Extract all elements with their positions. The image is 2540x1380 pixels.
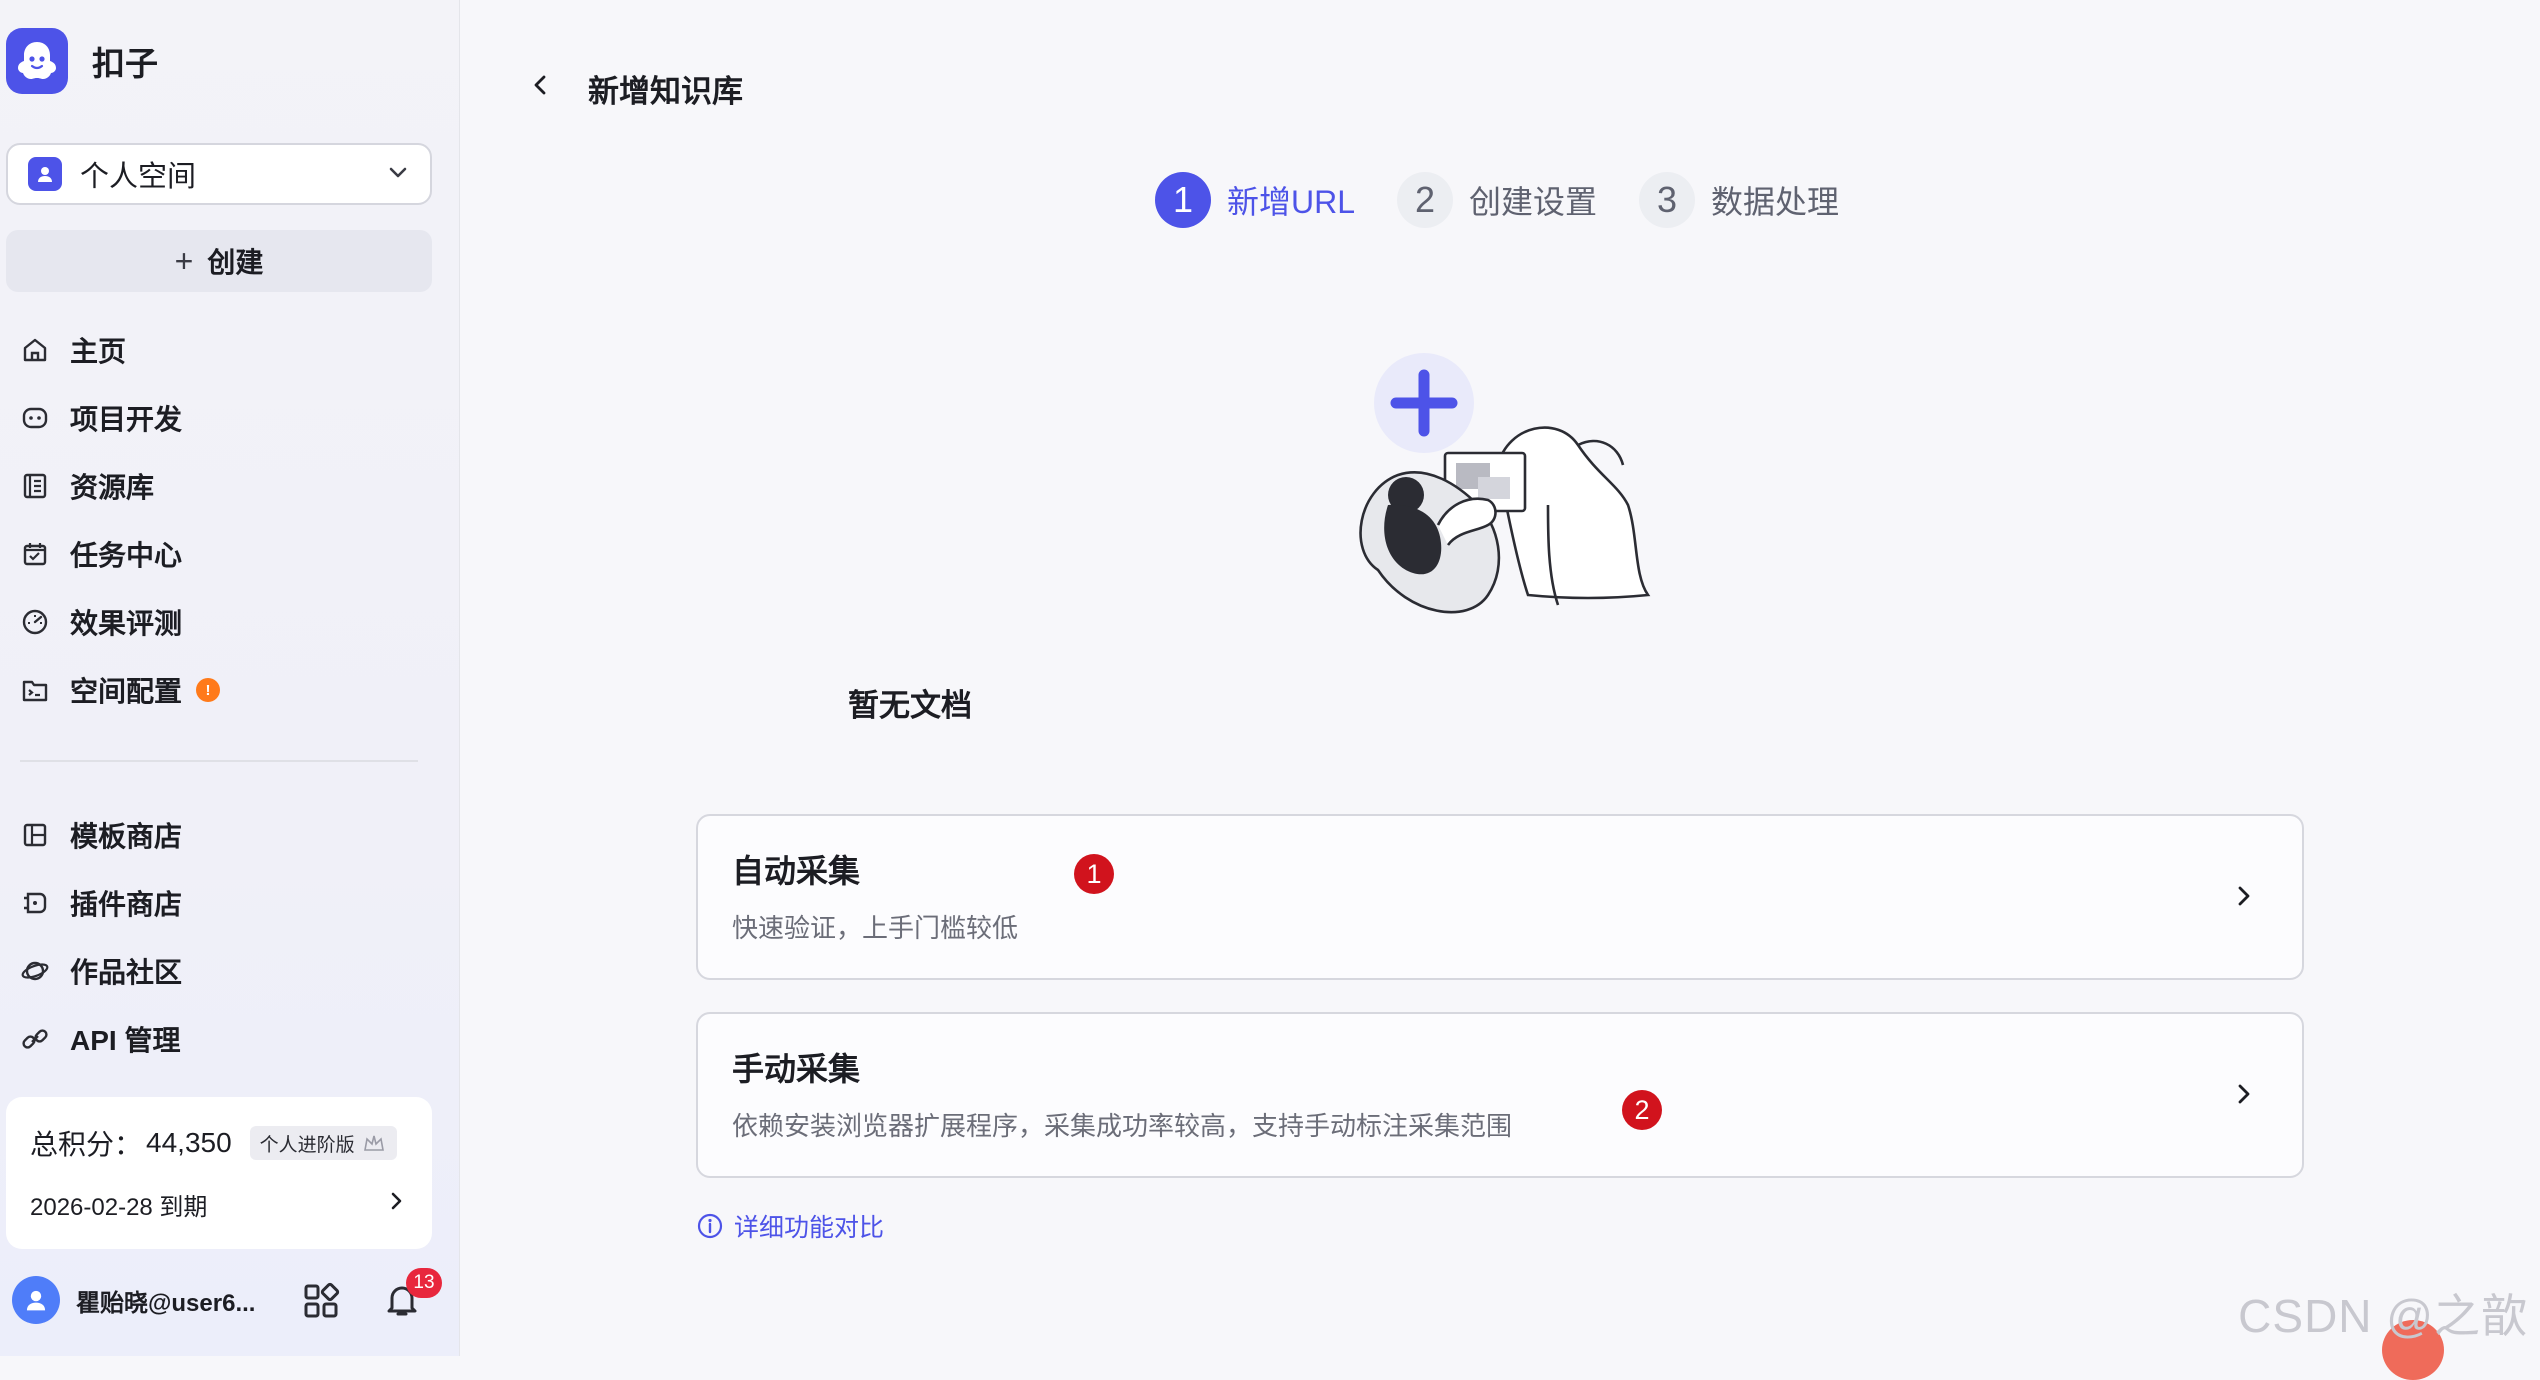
brand[interactable]: 扣子 bbox=[6, 28, 158, 94]
nav-label: 项目开发 bbox=[70, 404, 183, 435]
sidebar: 扣子 个人空间 + 创建 主页 项目开发 资源库 任务中心 效果评测 空间配置 … bbox=[0, 0, 460, 1356]
annotation-marker: 1 bbox=[1074, 854, 1114, 894]
option-title: 自动采集 bbox=[732, 853, 861, 889]
watermark: CSDN @之歆 bbox=[2238, 1290, 2528, 1342]
app-name: 扣子 bbox=[92, 45, 158, 82]
user-name[interactable]: 瞿贻晓@user6... bbox=[76, 1283, 266, 1318]
points-card[interactable]: 总积分： 44,350 个人进阶版 2026-02-28 到期 bbox=[6, 1097, 432, 1249]
notification-count-badge: 13 bbox=[406, 1268, 442, 1298]
nav-divider bbox=[20, 760, 418, 762]
crown-icon bbox=[363, 1135, 384, 1151]
option-auto-collect[interactable]: 自动采集 快速验证，上手门槛较低 1 bbox=[696, 814, 2304, 980]
chevron-down-icon bbox=[386, 160, 410, 189]
user-space-icon bbox=[28, 157, 62, 191]
task-icon bbox=[18, 537, 52, 571]
stepper: 1 新增URL 2 创建设置 3 数据处理 bbox=[1155, 172, 1881, 228]
home-icon bbox=[18, 333, 52, 367]
option-title: 手动采集 bbox=[732, 1051, 861, 1087]
feature-compare-label: 详细功能对比 bbox=[734, 1214, 885, 1242]
step-label: 新增URL bbox=[1227, 184, 1356, 220]
nav-item-evaluation[interactable]: 效果评测 bbox=[18, 588, 438, 656]
space-label: 个人空间 bbox=[80, 161, 197, 193]
create-button[interactable]: + 创建 bbox=[6, 230, 432, 292]
nav-label: API 管理 bbox=[70, 1025, 181, 1056]
user-bar: 瞿贻晓@user6... 13 bbox=[12, 1268, 452, 1332]
page-title: 新增知识库 bbox=[588, 74, 743, 109]
create-button-label: 创建 bbox=[207, 247, 264, 278]
nav-item-plugin-store[interactable]: 插件商店 bbox=[18, 869, 438, 937]
nav-label: 任务中心 bbox=[70, 540, 183, 571]
nav-item-space-config[interactable]: 空间配置 ! bbox=[18, 656, 438, 724]
library-icon bbox=[18, 469, 52, 503]
nav-label: 空间配置 bbox=[70, 676, 183, 707]
nav-label: 模板商店 bbox=[70, 821, 183, 852]
gauge-icon bbox=[18, 605, 52, 639]
secondary-nav: 模板商店 插件商店 作品社区 API 管理 bbox=[18, 801, 438, 1073]
alert-badge: ! bbox=[196, 678, 221, 702]
nav-label: 资源库 bbox=[70, 472, 155, 503]
nav-label: 效果评测 bbox=[70, 608, 183, 639]
empty-state-text: 暂无文档 bbox=[460, 680, 2540, 725]
nav-item-tasks[interactable]: 任务中心 bbox=[18, 520, 438, 588]
nav-label: 作品社区 bbox=[70, 957, 183, 988]
nav-item-template-store[interactable]: 模板商店 bbox=[18, 801, 438, 869]
option-manual-collect[interactable]: 手动采集 依赖安装浏览器扩展程序，采集成功率较高，支持手动标注采集范围 2 bbox=[696, 1012, 2304, 1178]
apps-grid-icon[interactable] bbox=[302, 1282, 340, 1325]
primary-nav: 主页 项目开发 资源库 任务中心 效果评测 空间配置 ! bbox=[18, 316, 438, 724]
api-link-icon bbox=[18, 1022, 52, 1056]
nav-label: 主页 bbox=[70, 336, 127, 367]
plugin-icon bbox=[18, 886, 52, 920]
chevron-right-icon bbox=[2228, 1078, 2260, 1115]
option-desc: 依赖安装浏览器扩展程序，采集成功率较高，支持手动标注采集范围 bbox=[732, 1111, 1513, 1141]
step-number: 3 bbox=[1639, 172, 1696, 228]
template-icon bbox=[18, 818, 52, 852]
chevron-right-icon bbox=[2228, 880, 2260, 917]
empty-state-label: 暂无文档 bbox=[848, 688, 972, 723]
notifications-button[interactable]: 13 bbox=[382, 1268, 442, 1325]
option-desc: 快速验证，上手门槛较低 bbox=[732, 913, 1019, 943]
plus-icon: + bbox=[174, 242, 194, 279]
nav-item-library[interactable]: 资源库 bbox=[18, 452, 438, 520]
step-label: 创建设置 bbox=[1469, 184, 1598, 220]
nav-item-home[interactable]: 主页 bbox=[18, 316, 438, 384]
back-button[interactable] bbox=[526, 70, 556, 105]
coze-logo-icon bbox=[6, 28, 68, 94]
nav-item-community[interactable]: 作品社区 bbox=[18, 937, 438, 1005]
user-avatar[interactable] bbox=[12, 1276, 60, 1324]
expiry-row[interactable]: 2026-02-28 到期 bbox=[30, 1187, 408, 1222]
step-create-settings: 2 创建设置 bbox=[1397, 172, 1597, 228]
expiry-text: 2026-02-28 到期 bbox=[30, 1194, 208, 1221]
step-add-url: 1 新增URL bbox=[1155, 172, 1355, 228]
main-content: 新增知识库 1 新增URL 2 创建设置 3 数据处理 暂无文档 自动采集 快速… bbox=[460, 0, 2540, 1380]
space-selector[interactable]: 个人空间 bbox=[6, 143, 432, 205]
info-icon bbox=[697, 1213, 723, 1239]
points-label: 总积分： bbox=[30, 1129, 143, 1160]
chevron-right-icon bbox=[384, 1189, 408, 1220]
points-value: 44,350 bbox=[146, 1127, 232, 1158]
empty-illustration bbox=[1348, 345, 1658, 640]
tier-tag: 个人进阶版 bbox=[249, 1126, 397, 1160]
step-label: 数据处理 bbox=[1711, 184, 1840, 220]
nav-item-projects[interactable]: 项目开发 bbox=[18, 384, 438, 452]
step-data-processing: 3 数据处理 bbox=[1639, 172, 1839, 228]
chevron-left-icon bbox=[534, 75, 546, 95]
step-number: 2 bbox=[1397, 172, 1454, 228]
nav-item-api[interactable]: API 管理 bbox=[18, 1005, 438, 1073]
bot-icon bbox=[18, 401, 52, 435]
tier-label: 个人进阶版 bbox=[259, 1134, 355, 1156]
feature-compare-link[interactable]: 详细功能对比 bbox=[696, 1208, 884, 1244]
nav-label: 插件商店 bbox=[70, 889, 183, 920]
annotation-marker: 2 bbox=[1622, 1090, 1662, 1130]
step-number: 1 bbox=[1155, 172, 1211, 228]
terminal-folder-icon bbox=[18, 673, 52, 707]
planet-icon bbox=[18, 954, 52, 988]
